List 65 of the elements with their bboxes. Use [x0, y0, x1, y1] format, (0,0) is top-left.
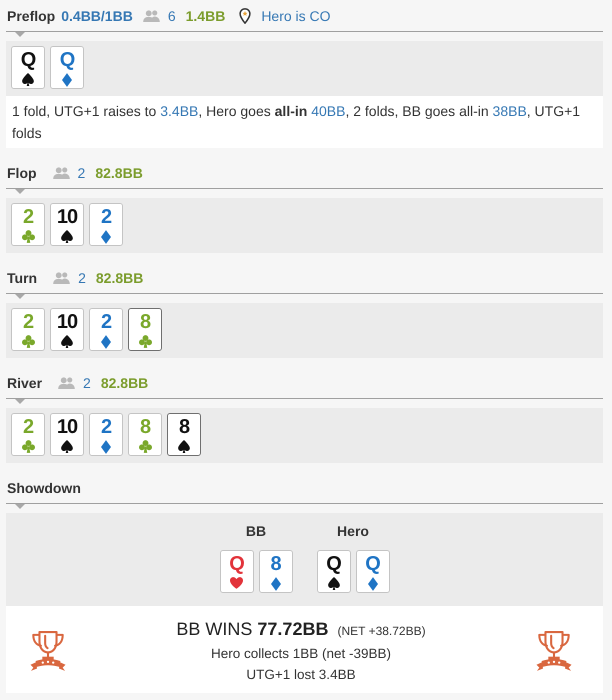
card-rank: Q: [229, 554, 244, 575]
spade-icon: [178, 440, 190, 453]
result-line: Hero collects 1BB (net -39BB): [210, 645, 392, 663]
pot-amount: 82.8BB: [96, 270, 144, 286]
heart-icon: [230, 577, 243, 589]
street-name: Showdown: [7, 480, 81, 496]
spade-icon: [61, 440, 73, 453]
diamond-icon: [270, 577, 280, 591]
player-count: 2: [83, 375, 91, 391]
trophy-icon: [536, 630, 572, 672]
card-rank: Q: [365, 554, 380, 575]
pot-amount: 82.8BB: [100, 375, 148, 391]
card-rank: 10: [56, 207, 78, 228]
card-rank: 2: [100, 417, 112, 438]
spade-icon: [61, 230, 73, 243]
club-icon: [22, 230, 34, 243]
card-rank: 2: [100, 312, 112, 333]
street-name: Turn: [7, 270, 38, 286]
players-icon: [52, 167, 70, 179]
spade-icon: [22, 73, 34, 86]
club-icon: [22, 335, 34, 348]
net-amount: (NET +38.72BB): [337, 623, 426, 640]
card-rank: 8: [270, 554, 281, 575]
street-name: Flop: [7, 165, 37, 181]
club-icon: [22, 440, 34, 453]
winner-headline: BB WINS 77.72BB: [176, 618, 328, 641]
card-rank: Q: [20, 50, 36, 71]
diamond-icon: [368, 577, 378, 591]
club-icon: [138, 335, 152, 348]
card-rank: 2: [22, 312, 34, 333]
card-rank: 2: [100, 207, 112, 228]
player-count: 6: [168, 8, 176, 24]
players-icon: [58, 377, 76, 389]
club-icon: [138, 440, 152, 453]
players-icon: [142, 10, 160, 22]
pot-amount: 1.4BB: [186, 8, 226, 24]
pot-amount: 82.8BB: [95, 165, 143, 181]
players-icon: [53, 272, 70, 284]
street-name: River: [7, 375, 42, 391]
diamond-icon: [101, 230, 111, 244]
card-rank: 2: [22, 207, 34, 228]
player-name: BB: [246, 522, 266, 540]
diamond-icon: [62, 73, 72, 87]
position-text: Hero is CO: [261, 8, 331, 24]
result-line: UTG+1 lost 3.4BB: [246, 666, 356, 684]
player-name: Hero: [337, 522, 369, 540]
player-count: 2: [78, 270, 86, 286]
card-rank: 8: [178, 417, 190, 438]
spade-icon: [328, 577, 340, 590]
player-count: 2: [78, 165, 86, 181]
card-rank: 10: [56, 312, 78, 333]
blinds-amount: 0.4BB/1BB: [61, 8, 133, 24]
card-rank: Q: [60, 50, 74, 71]
action-text: 1 fold, UTG+1 raises to 3.4BB, Hero goes all-in 40BB, 2 folds, BB goes all-in 38BB, UTG+1 folds: [12, 102, 582, 143]
card-rank: Q: [326, 554, 341, 575]
diamond-icon: [101, 335, 111, 349]
card-rank: 10: [56, 417, 78, 438]
card-rank: 2: [22, 417, 34, 438]
location-pin-icon: [239, 8, 252, 24]
spade-icon: [61, 335, 73, 348]
trophy-icon: [30, 630, 66, 672]
diamond-icon: [101, 440, 111, 454]
card-rank: 8: [140, 417, 150, 438]
card-rank: 8: [140, 312, 150, 333]
street-name: Preflop: [7, 8, 56, 24]
